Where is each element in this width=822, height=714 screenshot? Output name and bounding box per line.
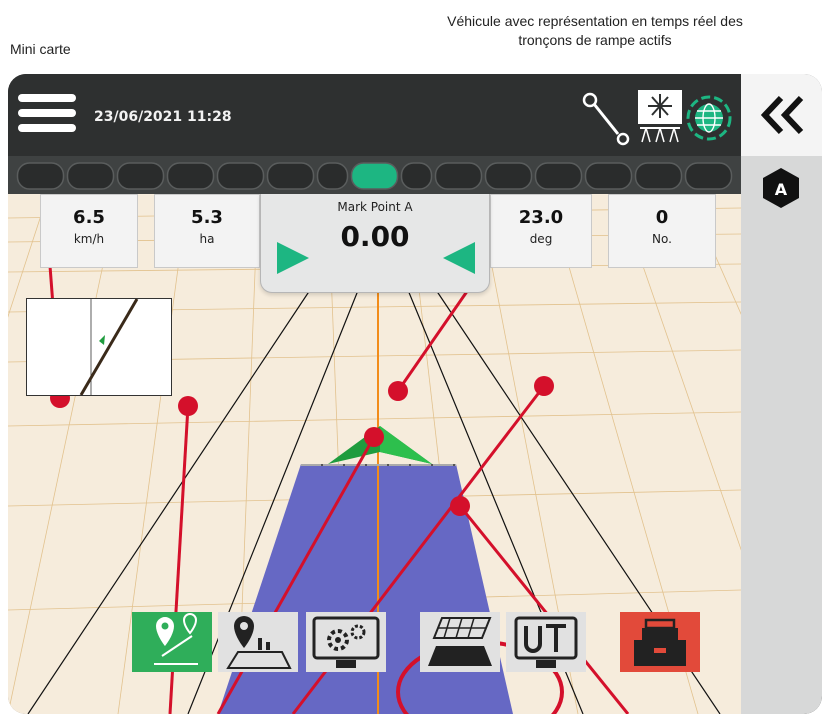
heading-tile[interactable]: 23.0 deg: [490, 194, 592, 268]
boom-section[interactable]: [534, 162, 583, 190]
guidance-label: Mark Point A: [337, 200, 413, 214]
area-unit: ha: [199, 232, 215, 246]
boom-sections: [16, 162, 733, 190]
display-device: 23/06/2021 11:28 6.5 km/h 5.3 ha 23.0 de…: [8, 74, 822, 714]
boom-section[interactable]: [116, 162, 165, 190]
boom-section[interactable]: [634, 162, 683, 190]
job-mapping-button[interactable]: [218, 612, 298, 672]
universal-terminal-button[interactable]: [506, 612, 586, 672]
guidance-mode-icon: [154, 613, 198, 665]
speed-tile[interactable]: 6.5 km/h: [40, 194, 138, 268]
ut-icon: [514, 616, 578, 668]
product-control-button[interactable]: [620, 612, 700, 672]
guidance-mode-button[interactable]: [132, 612, 212, 672]
machine-settings-button[interactable]: [306, 612, 386, 672]
speed-value: 6.5: [73, 207, 105, 228]
boom-section[interactable]: [584, 162, 633, 190]
area-value: 5.3: [191, 207, 223, 228]
boom-section-bar: [8, 156, 741, 194]
boom-section[interactable]: [484, 162, 533, 190]
heading-unit: deg: [529, 232, 553, 246]
menu-line: [18, 94, 76, 102]
boom-section[interactable]: [400, 162, 433, 190]
boom-section[interactable]: [434, 162, 483, 190]
boom-section[interactable]: [684, 162, 733, 190]
job-mapping-icon: [226, 616, 292, 669]
speed-unit: km/h: [73, 232, 105, 246]
steer-left-arrow-icon: [443, 242, 475, 274]
status-icons: [582, 90, 732, 146]
boom-section[interactable]: [216, 162, 265, 190]
menu-line: [18, 124, 76, 132]
double-chevron-left-icon: [760, 95, 804, 135]
boom-section-active[interactable]: [350, 162, 399, 190]
right-sidebar: A: [741, 74, 822, 714]
boom-section[interactable]: [66, 162, 115, 190]
count-tile[interactable]: 0 No.: [608, 194, 716, 268]
count-value: 0: [655, 207, 669, 228]
mini-map[interactable]: [26, 298, 172, 396]
boom-section[interactable]: [266, 162, 315, 190]
boom-section[interactable]: [316, 162, 349, 190]
heading-value: 23.0: [518, 207, 564, 228]
menu-line: [18, 109, 76, 117]
area-tile[interactable]: 5.3 ha: [154, 194, 260, 268]
minimap-caption: Mini carte: [10, 41, 71, 57]
coverage-map-icon: [428, 617, 492, 666]
mark-point-a-icon[interactable]: A: [761, 166, 801, 210]
guidance-view: 6.5 km/h 5.3 ha 23.0 deg 0 No. Mark Poin…: [8, 194, 741, 714]
product-toolbox-icon: [634, 618, 686, 666]
console-screen: 23/06/2021 11:28 6.5 km/h 5.3 ha 23.0 de…: [8, 74, 822, 714]
vehicle-caption: Véhicule avec représentation en temps ré…: [385, 12, 805, 50]
collapse-sidebar-button[interactable]: [741, 74, 822, 156]
settings-gears-icon: [312, 616, 380, 668]
guidance-point-icon[interactable]: [582, 92, 630, 146]
guidance-panel[interactable]: Mark Point A 0.00: [260, 194, 490, 293]
top-bar: 23/06/2021 11:28: [8, 74, 741, 156]
boom-section[interactable]: [16, 162, 65, 190]
hamburger-menu-icon[interactable]: [18, 94, 76, 140]
boom-sprayer-icon[interactable]: [638, 90, 682, 143]
coverage-map-button[interactable]: [420, 612, 500, 672]
vehicle-caption-line-1: Véhicule avec représentation en temps ré…: [447, 13, 743, 29]
mini-map-drawing: [79, 299, 139, 395]
boom-section[interactable]: [166, 162, 215, 190]
count-unit: No.: [652, 232, 672, 246]
gnss-globe-icon[interactable]: [686, 95, 732, 141]
vehicle-caption-line-2: tronçons de rampe actifs: [518, 32, 672, 48]
svg-text:A: A: [775, 180, 788, 199]
steer-right-arrow-icon: [277, 242, 309, 274]
date-time: 23/06/2021 11:28: [94, 109, 232, 125]
